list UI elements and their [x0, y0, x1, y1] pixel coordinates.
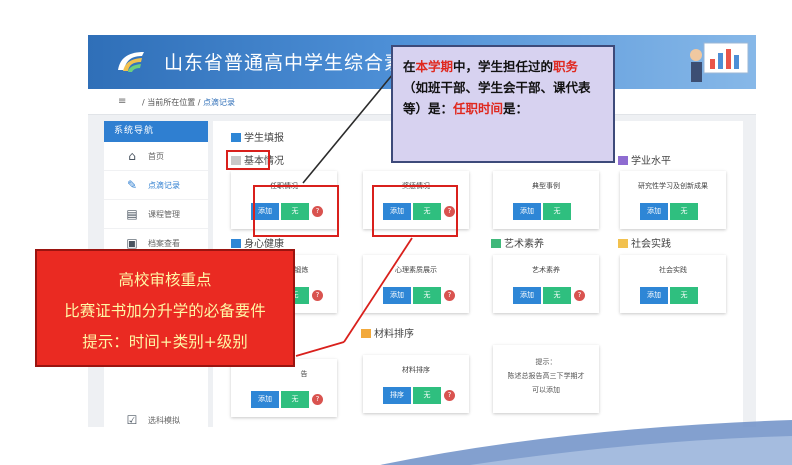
breadcrumb-location-label: 当前所在位置 — [147, 98, 196, 107]
card-title: 材料排序 — [402, 366, 430, 374]
callout-review-focus: 高校审核重点 比赛证书加分升学的必备要件 提示：时间+类别+级别 — [35, 249, 295, 367]
add-button[interactable]: 添加 — [383, 287, 411, 304]
section-material-sorting: 材料排序 — [361, 325, 414, 340]
none-button[interactable]: 无 — [670, 203, 698, 220]
card-title: 社会实践 — [659, 266, 687, 274]
sort-button[interactable]: 排序 — [383, 387, 411, 404]
section-title: 学业水平 — [631, 156, 671, 167]
card-material: 材料排序 排序 无 ? — [363, 355, 469, 413]
graduation-cap-icon — [618, 156, 628, 165]
callout-emphasis: 本学期 — [415, 59, 454, 74]
sidebar-item-subject-simulation[interactable]: ☑ 选科模拟 — [104, 406, 208, 427]
form-icon — [231, 133, 241, 142]
card-typical-cases: 典型事例 添加 无 — [493, 171, 599, 229]
card-title: 告 — [300, 370, 308, 378]
notice-card: 提示： 陈述总报告高三下学期才 可以添加 — [493, 345, 599, 413]
callout-text: 在 — [403, 59, 416, 74]
card-research: 研究性学习及创新成果 添加 无 — [620, 171, 726, 229]
card-art: 艺术素养 添加 无 ? — [493, 255, 599, 313]
add-button[interactable]: 添加 — [513, 287, 541, 304]
none-button[interactable]: 无 — [670, 287, 698, 304]
section-title: 社会实践 — [631, 239, 671, 250]
sidebar-heading: 系统导航 — [104, 121, 208, 142]
breadcrumb-current-page[interactable]: 点滴记录 — [203, 98, 235, 107]
none-button[interactable]: 无 — [543, 287, 571, 304]
sidebar-item-label: 档案查看 — [148, 239, 180, 248]
highlight-tenure-card — [253, 185, 339, 237]
card-title: 艺术素养 — [532, 266, 560, 274]
sidebar-item-label: 选科模拟 — [148, 416, 180, 425]
section-student-fill: 学生填报 — [231, 129, 284, 144]
help-icon[interactable]: ? — [312, 394, 323, 405]
card-title: 心理素质展示 — [395, 266, 437, 274]
heart-icon — [231, 239, 241, 248]
callout-tenure-explanation: 在本学期中，学生担任过的职务（如班干部、学生会干部、课代表等）是：任职时间是： — [391, 45, 615, 163]
highlight-basic-info — [226, 150, 270, 170]
sidebar-item-home[interactable]: ⌂ 首页 — [104, 142, 208, 171]
sidebar-item-label: 点滴记录 — [148, 181, 180, 190]
course-icon: ▤ — [126, 207, 138, 221]
card-report: 告 添加 无 ? — [231, 359, 337, 417]
help-icon[interactable]: ? — [312, 290, 323, 301]
callout-heading: 高校审核重点 — [118, 271, 212, 289]
notice-text: 可以添加 — [532, 386, 560, 394]
card-social: 社会实践 添加 无 — [620, 255, 726, 313]
callout-tip: 提示：时间+类别+级别 — [82, 333, 248, 351]
callout-text: 是： — [503, 101, 529, 116]
help-icon[interactable]: ? — [444, 290, 455, 301]
add-button[interactable]: 添加 — [640, 203, 668, 220]
image-icon — [491, 239, 501, 248]
section-physical-health: 身心健康 — [231, 235, 284, 250]
archive-icon: ▣ — [126, 236, 138, 250]
checklist-icon: ☑ — [126, 413, 138, 427]
breadcrumb-separator: / — [142, 98, 145, 107]
sidebar-item-records[interactable]: ✎ 点滴记录 — [104, 171, 208, 200]
help-icon[interactable]: ? — [574, 290, 585, 301]
section-academic-level: 学业水平 — [618, 152, 671, 167]
home-icon: ⌂ — [128, 149, 136, 163]
callout-text: 中，学生担任过的 — [453, 59, 554, 74]
none-button[interactable]: 无 — [413, 387, 441, 404]
none-button[interactable]: 无 — [543, 203, 571, 220]
sidebar-item-label: 首页 — [148, 152, 164, 161]
breadcrumb-text: / 当前所在位置 / 点滴记录 — [142, 97, 235, 108]
notice-text: 陈述总报告高三下学期才 — [507, 372, 585, 380]
add-button[interactable]: 添加 — [251, 391, 279, 408]
add-button[interactable]: 添加 — [513, 203, 541, 220]
highlight-awards-card — [372, 185, 458, 237]
notice-title: 提示： — [535, 358, 557, 366]
sidebar-item-label: 课程管理 — [148, 210, 180, 219]
menu-icon[interactable]: ≡ — [118, 96, 126, 107]
section-art: 艺术素养 — [491, 235, 544, 250]
none-button[interactable]: 无 — [413, 287, 441, 304]
section-title: 学生填报 — [244, 133, 284, 144]
callout-text: 比赛证书加分升学的必备要件 — [64, 302, 266, 320]
flag-icon — [618, 239, 628, 248]
logo-icon — [118, 52, 144, 72]
card-title: 典型事例 — [532, 182, 560, 190]
header-illustration-icon — [690, 42, 749, 82]
none-button[interactable]: 无 — [281, 391, 309, 408]
edit-icon: ✎ — [126, 178, 138, 192]
add-button[interactable]: 添加 — [640, 287, 668, 304]
card-mental: 心理素质展示 添加 无 ? — [363, 255, 469, 313]
help-icon[interactable]: ? — [444, 390, 455, 401]
section-title: 材料排序 — [374, 329, 414, 340]
callout-emphasis: 职务 — [553, 59, 579, 74]
breadcrumb-separator: / — [197, 98, 201, 107]
sidebar-item-courses[interactable]: ▤ 课程管理 — [104, 200, 208, 229]
callout-emphasis: 任职时间 — [453, 101, 504, 116]
section-social-practice: 社会实践 — [618, 235, 671, 250]
sort-icon — [361, 329, 371, 338]
card-title: 研究性学习及创新成果 — [638, 182, 708, 190]
section-title: 艺术素养 — [504, 239, 544, 250]
